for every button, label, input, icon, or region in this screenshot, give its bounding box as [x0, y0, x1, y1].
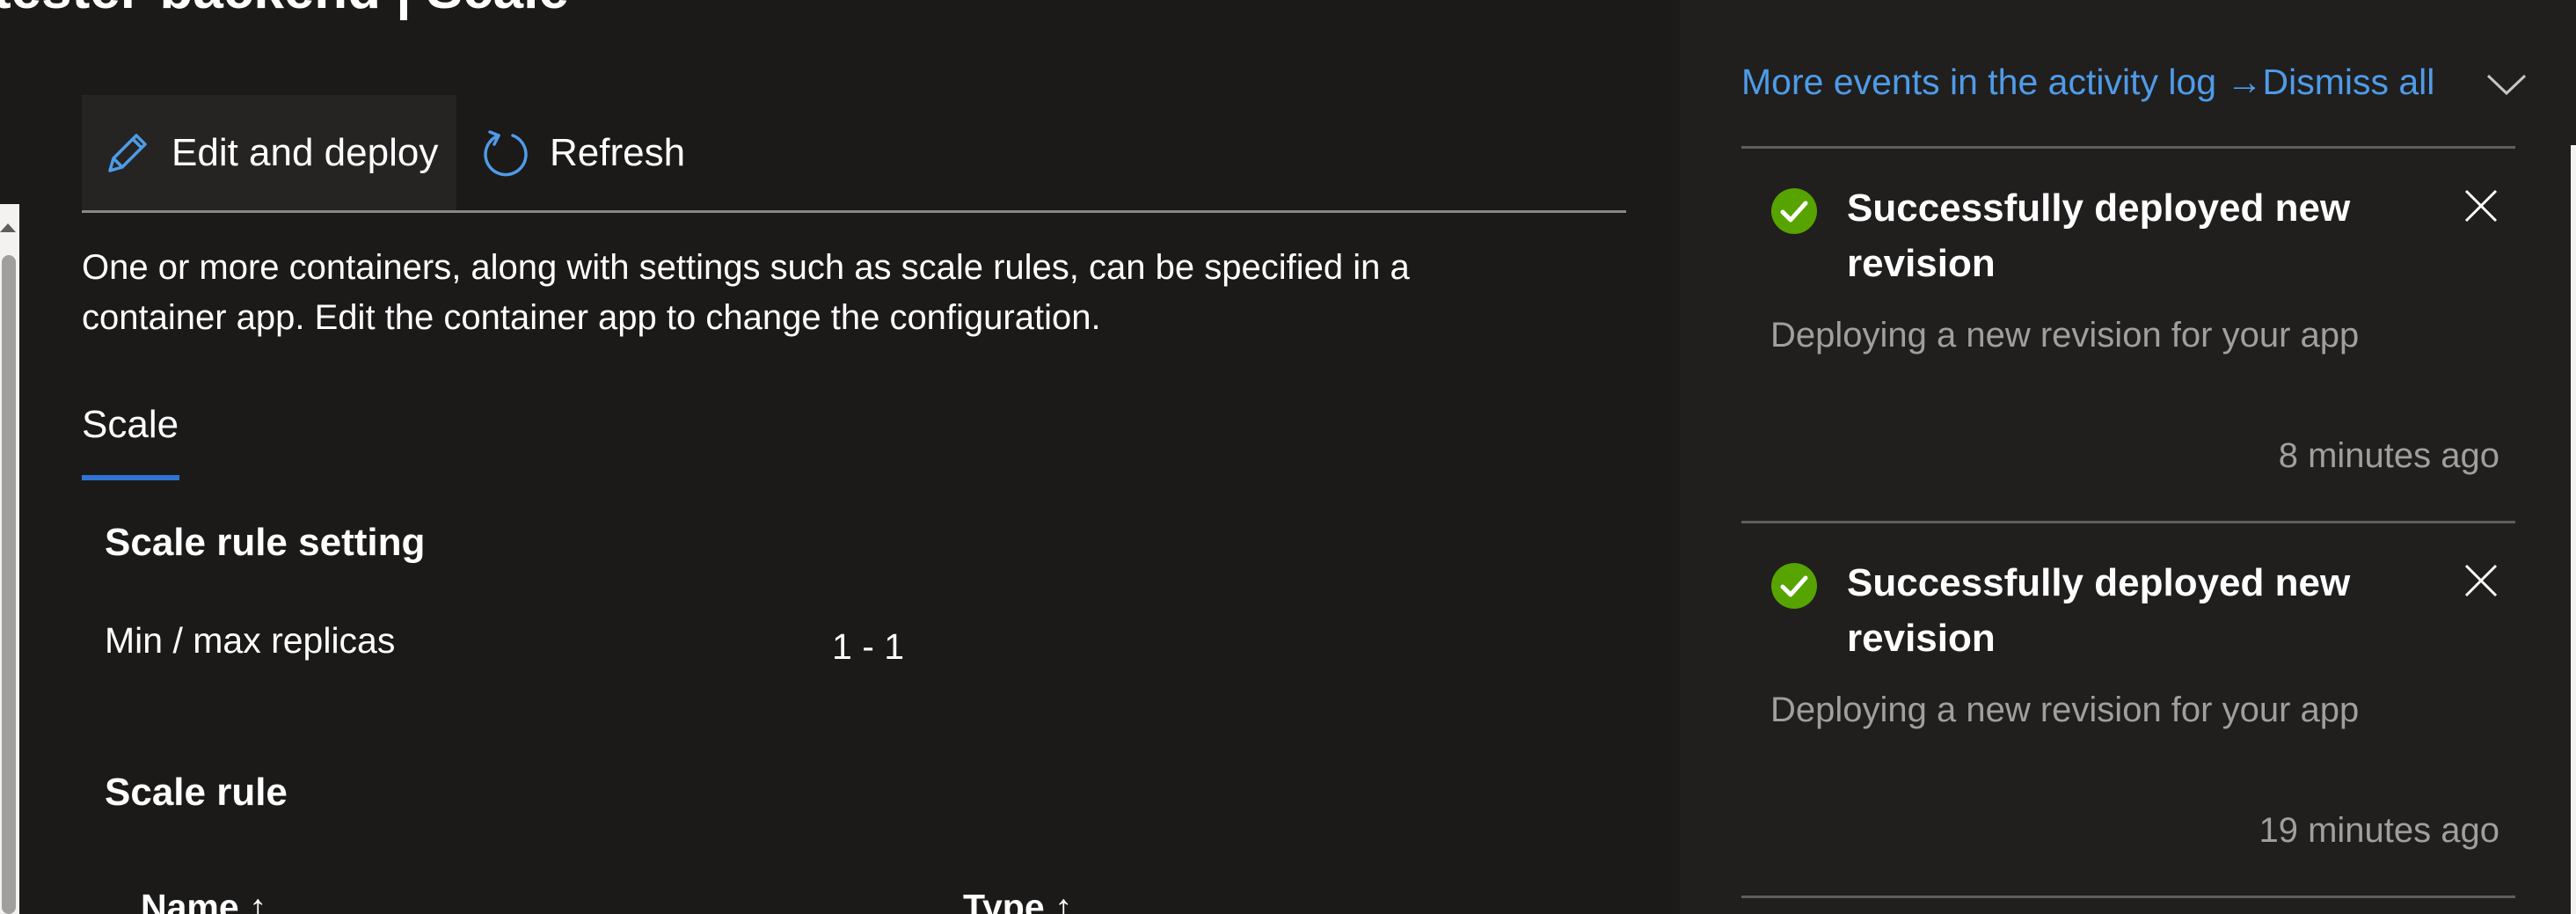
notification-title: Successfully deployed new revision — [1847, 186, 2351, 285]
pencil-icon — [108, 133, 147, 172]
notifications-scrollbar[interactable] — [2571, 145, 2576, 914]
scroll-up-arrow-icon[interactable] — [0, 223, 16, 232]
main-pane: tester-backend | Scale Edit and deploy R… — [0, 0, 1680, 914]
description-line-2: container app. Edit the container app to… — [82, 298, 1101, 337]
notification-time: 19 minutes ago — [2259, 811, 2499, 850]
refresh-button[interactable]: Refresh — [460, 95, 689, 210]
column-header-name[interactable]: Name ↑ — [141, 887, 267, 914]
scale-rule-setting-heading: Scale rule setting — [105, 521, 426, 564]
notification-divider — [1741, 896, 2515, 898]
notification-item: Successfully deployed new revision Deplo… — [1741, 523, 2515, 896]
column-header-type[interactable]: Type ↑ — [963, 887, 1073, 914]
min-max-replicas-value: 1 - 1 — [832, 626, 905, 667]
dismiss-all-link[interactable]: Dismiss all — [2262, 62, 2434, 102]
notifications-header: More events in the activity log →Dismiss… — [1741, 62, 2434, 103]
notification-time: 8 minutes ago — [2278, 436, 2499, 475]
scale-rule-heading: Scale rule — [105, 771, 288, 814]
scrollbar-thumb[interactable] — [2, 255, 16, 914]
notification-description: Deploying a new revision for your app — [1770, 316, 2360, 355]
refresh-icon — [484, 129, 528, 176]
command-bar: Edit and deploy Refresh — [82, 95, 1626, 213]
left-scrollbar[interactable] — [0, 204, 19, 914]
activity-log-link[interactable]: More events in the activity log → — [1741, 62, 2262, 102]
close-icon[interactable] — [2463, 562, 2499, 599]
min-max-replicas-label: Min / max replicas — [105, 620, 396, 661]
notification-title: Successfully deployed new revision — [1847, 561, 2351, 660]
edit-and-deploy-button[interactable]: Edit and deploy — [82, 95, 456, 210]
chevron-down-icon[interactable] — [2485, 69, 2529, 100]
page-title: tester-backend | Scale — [0, 0, 569, 18]
tab-scale[interactable]: Scale — [82, 403, 179, 447]
check-circle-icon — [1771, 563, 1817, 609]
notification-description: Deploying a new revision for your app — [1770, 691, 2360, 729]
notification-item: Successfully deployed new revision Deplo… — [1741, 149, 2515, 521]
notifications-pane: More events in the activity log →Dismiss… — [1680, 0, 2576, 914]
page: tester-backend | Scale Edit and deploy R… — [0, 0, 2576, 914]
refresh-label: Refresh — [550, 130, 686, 174]
close-icon[interactable] — [2463, 187, 2499, 224]
edit-and-deploy-label: Edit and deploy — [171, 130, 439, 174]
description-line-1: One or more containers, along with setti… — [82, 248, 1410, 287]
check-circle-icon — [1771, 188, 1817, 234]
tab-scale-underline — [82, 475, 179, 480]
page-description: One or more containers, along with setti… — [82, 243, 1630, 343]
